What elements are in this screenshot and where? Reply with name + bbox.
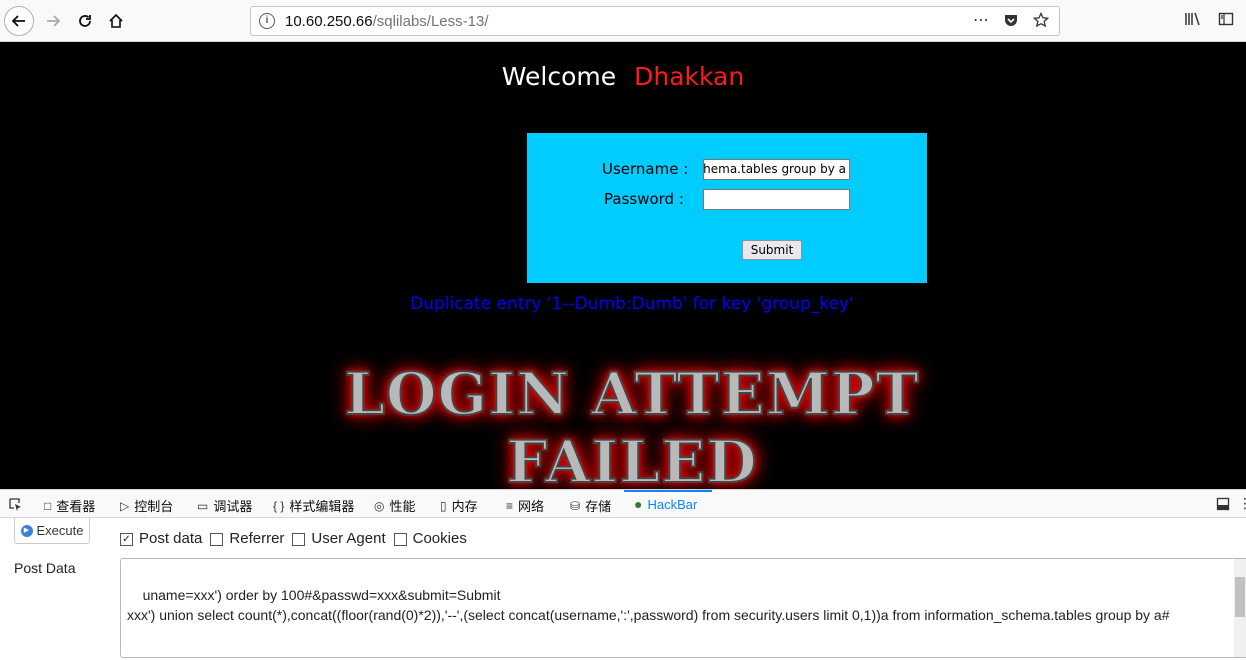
tab-label: 网络 <box>518 499 545 514</box>
tab-label: 控制台 <box>134 499 174 514</box>
cookies-checkbox[interactable] <box>393 533 407 546</box>
post-data-label: Post Data <box>14 560 76 576</box>
url-actions: ⋯ <box>973 10 1049 30</box>
performance-icon: ◎ <box>374 498 385 513</box>
hackbar-panel: ▶ Execute ✓ Post data Referrer User Agent… <box>0 518 1246 660</box>
username-input[interactable]: information_schema.tables group by a# <box>703 159 850 180</box>
reload-button[interactable] <box>70 6 100 36</box>
dock-icon[interactable] <box>1216 497 1230 511</box>
tab-label: 性能 <box>389 499 416 514</box>
cookies-option-label: Cookies <box>412 530 467 547</box>
devtools-tabbar: □ 查看器 ▷ 控制台 ▭ 调试器 { } 样式编辑器 ◎ 性能 ▯ 内存 ≡ 网络 ⛁ 存储 … <box>0 489 1246 518</box>
arrow-left-icon <box>11 15 25 27</box>
pocket-icon[interactable] <box>1003 12 1019 28</box>
reload-icon <box>79 15 91 27</box>
active-tab-indicator <box>624 490 712 492</box>
referrer-option-label: Referrer <box>229 530 285 547</box>
debugger-icon: ▭ <box>197 498 209 513</box>
tab-label: 查看器 <box>56 499 96 514</box>
failed-banner-line2: FAILED <box>505 427 758 489</box>
browser-toolbar: i 10.60.250.66/sqlilabs/Less-13/ ⋯ <box>0 0 1246 42</box>
textarea-scrollbar[interactable] <box>1234 559 1246 657</box>
back-button[interactable] <box>4 6 34 36</box>
hackbar-options: ✓ Post data Referrer User Agent Cookies <box>120 530 475 547</box>
sidebar-icon[interactable] <box>1218 11 1234 27</box>
scrollbar-thumb[interactable] <box>1235 577 1245 617</box>
url-host: 10.60.250.66 <box>285 13 373 30</box>
info-icon[interactable]: i <box>259 13 275 29</box>
tab-performance[interactable]: ◎ 性能 <box>374 496 416 515</box>
tab-hackbar[interactable]: ● HackBar <box>634 496 697 512</box>
referrer-checkbox[interactable] <box>210 533 224 546</box>
tab-style-editor[interactable]: { } 样式编辑器 <box>273 496 354 515</box>
error-message: Duplicate entry '1--Dumb:Dumb' for key '… <box>410 294 854 314</box>
login-form: Username : information_schema.tables gro… <box>527 133 927 283</box>
devtools-more-icon[interactable]: ⋮ <box>1238 495 1246 512</box>
url-text[interactable]: 10.60.250.66/sqlilabs/Less-13/ <box>285 13 489 30</box>
console-icon: ▷ <box>120 498 130 513</box>
username-label: Username : <box>602 160 689 178</box>
user-name: Dhakkan <box>634 62 745 91</box>
tab-label: 样式编辑器 <box>289 499 355 514</box>
password-label: Password : <box>604 190 684 208</box>
tab-inspector[interactable]: □ 查看器 <box>44 496 95 515</box>
welcome-text: Welcome <box>501 62 617 91</box>
user-agent-checkbox[interactable] <box>292 533 306 546</box>
post-data-option-label: Post data <box>139 530 203 547</box>
bookmark-star-icon[interactable] <box>1033 12 1049 28</box>
tab-label: 存储 <box>585 499 612 514</box>
tab-label: 内存 <box>451 499 478 514</box>
tab-label: 调试器 <box>213 499 253 514</box>
tab-console[interactable]: ▷ 控制台 <box>120 496 173 515</box>
library-icon[interactable] <box>1184 11 1202 27</box>
tab-storage[interactable]: ⛁ 存储 <box>570 496 611 515</box>
toolbar-right <box>1184 11 1234 27</box>
home-button[interactable] <box>101 6 131 36</box>
post-data-checkbox[interactable]: ✓ <box>120 533 133 546</box>
more-icon[interactable]: ⋯ <box>973 10 989 30</box>
url-bar[interactable]: i 10.60.250.66/sqlilabs/Less-13/ ⋯ <box>250 6 1060 36</box>
submit-button[interactable]: Submit <box>742 240 802 260</box>
forward-button[interactable] <box>38 6 68 36</box>
page-content: Welcome Dhakkan Username : information_sc… <box>0 42 1246 489</box>
tab-memory[interactable]: ▯ 内存 <box>440 496 478 515</box>
style-editor-icon: { } <box>273 498 285 513</box>
arrow-right-icon <box>47 15 61 27</box>
memory-icon: ▯ <box>440 498 447 513</box>
execute-button[interactable]: ▶ Execute <box>14 518 90 544</box>
tab-network[interactable]: ≡ 网络 <box>506 496 544 515</box>
failed-banner-line1: LOGIN ATTEMPT <box>343 359 920 429</box>
element-picker-icon[interactable] <box>8 497 23 512</box>
hackbar-icon: ● <box>634 496 643 512</box>
network-icon: ≡ <box>506 498 514 513</box>
post-data-value: uname=xxx') order by 100#&passwd=xxx&sub… <box>127 587 1170 623</box>
welcome-heading: Welcome Dhakkan <box>0 62 1246 91</box>
url-path: /sqlilabs/Less-13/ <box>372 13 489 30</box>
home-icon <box>109 13 123 28</box>
execute-label: Execute <box>36 523 84 538</box>
inspector-icon: □ <box>44 498 52 513</box>
play-icon: ▶ <box>20 524 33 537</box>
tab-debugger[interactable]: ▭ 调试器 <box>197 496 252 515</box>
tab-label: HackBar <box>647 496 698 512</box>
password-input[interactable] <box>703 189 850 210</box>
storage-icon: ⛁ <box>570 498 581 513</box>
post-data-textarea[interactable]: uname=xxx') order by 100#&passwd=xxx&sub… <box>120 558 1246 658</box>
user-agent-option-label: User Agent <box>311 530 386 547</box>
